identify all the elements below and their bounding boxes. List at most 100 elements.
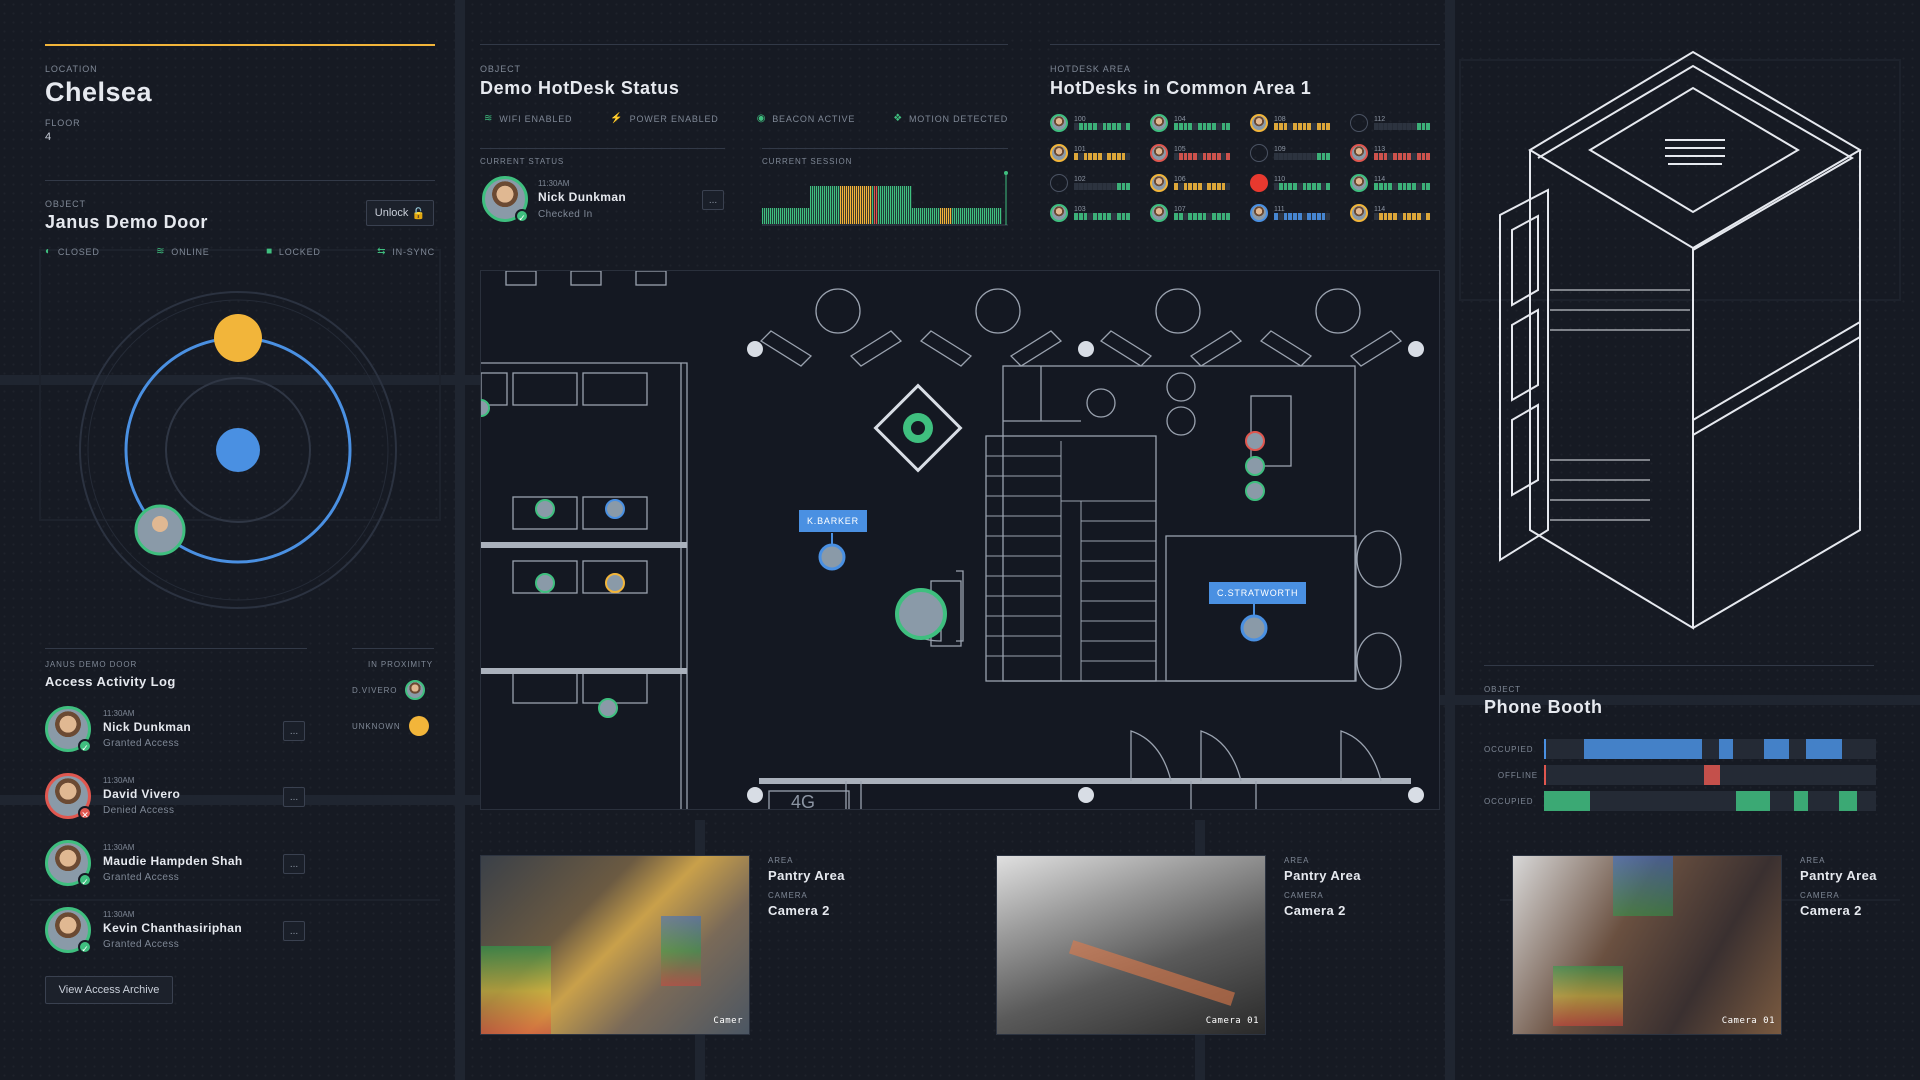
hotdesk-cell[interactable]: 112 [1350, 114, 1430, 132]
session-bar [864, 186, 866, 224]
session-bar [968, 208, 970, 224]
hotdesk-cell[interactable]: 104 [1150, 114, 1230, 132]
status-in-sync: ⇆ IN-SYNC [377, 246, 435, 257]
session-bar [858, 186, 860, 224]
log-more-button[interactable]: ... [283, 721, 305, 741]
wifi-icon: ≋ [156, 246, 166, 257]
camera-area-caption: AREA [768, 856, 794, 865]
hotdesk-cell[interactable]: 101 [1050, 144, 1130, 162]
hotdesk-avatar [1150, 204, 1168, 222]
session-bar [950, 208, 952, 224]
session-bar [940, 208, 942, 224]
session-bar [830, 186, 832, 224]
session-bar [996, 208, 998, 224]
power-icon: ⚡ [610, 113, 624, 124]
hotdesk-cell[interactable]: 100 [1050, 114, 1130, 132]
sync-icon: ⇆ [377, 246, 387, 257]
session-bar [842, 186, 844, 224]
session-bar [994, 208, 996, 224]
hotdesk-info: 114 [1374, 176, 1430, 190]
hotdesk-cell[interactable]: 111 [1250, 204, 1330, 222]
hotdesk-avatar [1150, 144, 1168, 162]
hotdesk-avatar [1350, 144, 1368, 162]
camera-caption: CAMERA [768, 891, 808, 900]
log-entry[interactable]: ✕ 11:30AM David Vivero Denied Access [45, 773, 180, 820]
unlock-icon: 🔓 [411, 207, 426, 220]
session-bar [854, 186, 856, 224]
hotdesk-cell[interactable]: 105 [1150, 144, 1230, 162]
hotdesk-cell[interactable]: 103 [1050, 204, 1130, 222]
log-entry[interactable]: ✓ 11:30AM Maudie Hampden Shah Granted Ac… [45, 840, 242, 887]
log-name: David Vivero [103, 787, 181, 801]
session-bar [766, 208, 768, 224]
session-bar [824, 186, 826, 224]
session-bar [936, 208, 938, 224]
session-bar [814, 186, 816, 224]
log-entry[interactable]: ✓ 11:30AM Kevin Chanthasiriphan Granted … [45, 907, 242, 954]
divider [352, 648, 434, 649]
lock-icon: ■ [266, 246, 273, 257]
hotdesk-number: 114 [1374, 206, 1386, 213]
hotdesk-cell[interactable]: 113 [1350, 144, 1430, 162]
session-bar [978, 208, 980, 224]
hotdesk-cell[interactable]: 109 [1250, 144, 1330, 162]
hotdesk-more-button[interactable]: ... [702, 190, 724, 210]
hotdesk-usage-bar [1074, 183, 1130, 190]
log-status: Granted Access [103, 939, 180, 950]
session-bar [844, 186, 846, 224]
room-label: 4G [791, 792, 815, 810]
hotdesk-avatar [1350, 204, 1368, 222]
camera-feed[interactable]: Camera 01 [996, 855, 1266, 1035]
session-bar [774, 208, 776, 224]
unlock-button[interactable]: Unlock 🔓 [366, 200, 434, 226]
location-caption: LOCATION [45, 64, 98, 74]
session-status: Checked In [538, 209, 593, 220]
divider [45, 648, 307, 649]
camera-feed[interactable]: Camer [480, 855, 750, 1035]
log-more-button[interactable]: ... [283, 787, 305, 807]
hotdesk-cell[interactable]: 114 [1350, 174, 1430, 192]
hotdesk-cell[interactable]: 114 [1350, 204, 1430, 222]
booth-row: OCCUPIED [1484, 790, 1876, 812]
session-bar [900, 186, 902, 224]
session-bar [818, 186, 820, 224]
session-bar [948, 208, 950, 224]
camera-caption: CAMERA [1800, 891, 1840, 900]
hotdesk-cell[interactable]: 110 [1250, 174, 1330, 192]
hotdesk-info: 101 [1074, 146, 1130, 160]
hotdesk-cell[interactable]: 106 [1150, 174, 1230, 192]
log-status: Denied Access [103, 805, 175, 816]
floor-plan-map[interactable]: 4G K.BARKER C.STRATWORTH [480, 270, 1440, 810]
log-more-button[interactable]: ... [283, 854, 305, 874]
session-bar [820, 186, 822, 224]
hotdesk-number: 102 [1074, 176, 1086, 183]
booth-row-bar [1544, 739, 1876, 759]
person-tag-c-stratworth[interactable]: C.STRATWORTH [1209, 582, 1307, 604]
person-tag-k-barker[interactable]: K.BARKER [799, 510, 867, 532]
session-bar [902, 186, 904, 224]
hotdesk-cell[interactable]: 102 [1050, 174, 1130, 192]
door-caption: OBJECT [45, 199, 86, 209]
proximity-item[interactable]: UNKNOWN [352, 716, 429, 736]
hotdesk-cell[interactable]: 107 [1150, 204, 1230, 222]
view-access-archive-button[interactable]: View Access Archive [45, 976, 173, 1004]
session-bar [938, 208, 940, 224]
proximity-item[interactable]: D.VIVERO [352, 680, 426, 700]
log-entry[interactable]: ✓ 11:30AM Nick Dunkman Granted Access [45, 706, 191, 753]
session-bar [958, 208, 960, 224]
session-bar [926, 208, 928, 224]
log-more-button[interactable]: ... [283, 921, 305, 941]
divider [480, 148, 725, 149]
session-bar [832, 186, 834, 224]
session-bar [884, 186, 886, 224]
session-bar [906, 186, 908, 224]
session-bar [782, 208, 784, 224]
hotdesk-cell[interactable]: 108 [1250, 114, 1330, 132]
check-icon: ✓ [78, 739, 92, 753]
session-bar [764, 208, 766, 224]
session-bar [952, 208, 954, 224]
door-title: Janus Demo Door [45, 212, 209, 232]
hotdesk-info: 107 [1174, 206, 1230, 220]
door-status-row: ◐ CLOSED ≋ ONLINE ■ LOCKED ⇆ IN-SYNC [45, 246, 435, 257]
camera-feed[interactable]: Camera 01 [1512, 855, 1782, 1035]
